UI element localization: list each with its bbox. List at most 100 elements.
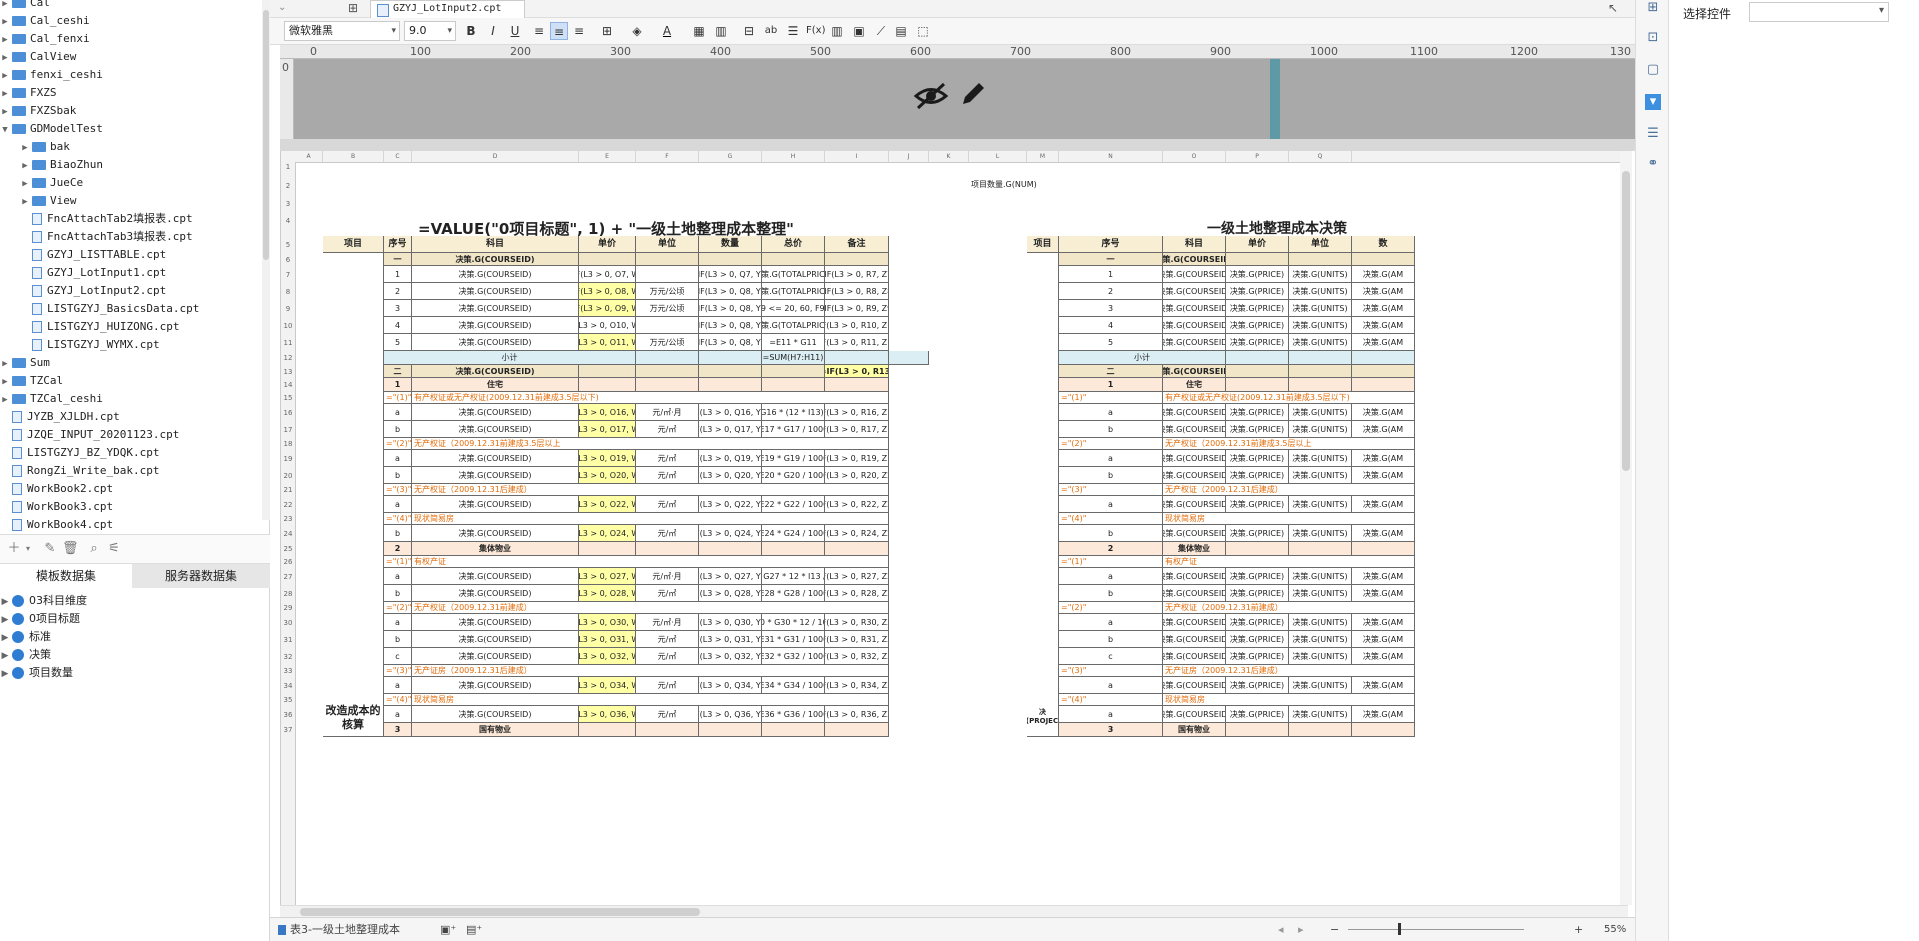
sheet-cell[interactable]: =IF(L3 > 0, Q7, Y7) (699, 266, 762, 283)
unmerge-cells-icon[interactable]: ▥ (712, 22, 730, 40)
sheet-cell[interactable]: 2 (384, 283, 412, 300)
control-select[interactable]: ▾ (1749, 2, 1889, 22)
sheet-cell[interactable]: 住宅 (412, 378, 579, 392)
sheet-cell[interactable]: 决策.G(AM (1352, 450, 1415, 467)
sheet-cell[interactable]: 一 (384, 253, 412, 266)
collapsed-arrow-icon[interactable]: ▶ (20, 139, 30, 157)
sheet-cell[interactable]: =IF(L3 > 0, R32, Z32) (825, 648, 889, 665)
sheet-cell[interactable] (699, 378, 762, 392)
header-cell[interactable]: 科目 (412, 236, 579, 253)
section-label[interactable]: 无产证房（2009.12.31后建成） (412, 665, 889, 677)
sheet-cell[interactable] (825, 542, 889, 556)
sheet-cell[interactable]: =IF(L3 > 0, O8, W8) (579, 283, 636, 300)
row-number[interactable]: 30 (281, 619, 295, 627)
row-number[interactable]: 37 (281, 726, 295, 734)
sheet-cell[interactable]: 决策.G(PRICE) (1226, 266, 1289, 283)
sheet-cell[interactable]: 3 (384, 723, 412, 737)
project-cell[interactable]: 改造成本的核算 (323, 253, 384, 737)
sheet-cell[interactable] (699, 542, 762, 556)
sheet-cell[interactable]: =IF(L3 > 0, Q27, Y27) (699, 568, 762, 585)
sheet-cell[interactable]: 2 (1059, 542, 1163, 556)
sheet-cell[interactable]: =E32 * G32 / 10000 (762, 648, 825, 665)
sheet-cell[interactable]: b (1059, 585, 1163, 602)
tree-item[interactable]: ▶ BiaoZhun (20, 156, 103, 174)
sheet-cell[interactable]: 万元/公顷 (636, 300, 699, 317)
sheet-cell[interactable]: =IF(L3 > 0, Q8, Y8) (699, 283, 762, 300)
sheet-cell[interactable]: 1 (1059, 378, 1163, 392)
sheet-cell[interactable]: 决策.G(COURSEID) (412, 334, 579, 351)
row-number[interactable]: 24 (281, 530, 295, 538)
row-number[interactable]: 9 (281, 305, 295, 313)
sheet-cell[interactable]: b (384, 585, 412, 602)
paragraph-icon[interactable]: ☰ (784, 22, 802, 40)
sheet-cell[interactable]: =IF(L3 > 0, O27, W27) (579, 568, 636, 585)
sheet-cell[interactable] (1289, 253, 1352, 266)
section-label[interactable]: 现状简易房 (412, 513, 889, 525)
sheet-cell[interactable]: 决策.G(PRICE) (1226, 450, 1289, 467)
sheet-cell[interactable]: a (384, 496, 412, 513)
header-cell[interactable]: 单位 (636, 236, 699, 253)
sheet-cell[interactable]: 4 (384, 317, 412, 334)
sheet-cell[interactable] (1352, 253, 1415, 266)
collapsed-arrow-icon[interactable]: ▶ (0, 629, 10, 647)
sheet-cell[interactable]: a (384, 706, 412, 723)
expanded-arrow-icon[interactable]: ▼ (0, 121, 10, 139)
sheet-cell[interactable]: 万元/公顷 (636, 334, 699, 351)
sheet-cell[interactable]: =IF(L3 > 0, O24, W24) (579, 525, 636, 542)
section-label[interactable]: 无产权证（2009.12.31后建成） (412, 484, 889, 496)
sheet-cell[interactable]: 决策.G(COURSEID) (412, 365, 579, 378)
sheet-cell[interactable]: =IF(L3 > 0, R20, Z20) (825, 467, 889, 484)
tree-item[interactable]: ▶ FXZSbak (0, 102, 76, 120)
collapsed-arrow-icon[interactable]: ▶ (0, 31, 10, 49)
sheet-cell[interactable] (1226, 723, 1289, 737)
sheet-cell[interactable]: 4 (1059, 317, 1163, 334)
sheet-horizontal-scrollbar[interactable] (280, 905, 1628, 917)
sheet-cell[interactable]: 元/㎡ (636, 496, 699, 513)
sheet-cell[interactable]: 决策.G(UNITS) (1289, 631, 1352, 648)
sheet-cell[interactable] (762, 723, 825, 737)
sheet-cell[interactable] (1226, 378, 1289, 392)
sheet-cell[interactable]: 决策.G(COURSEID) (1163, 450, 1226, 467)
sheet-cell[interactable]: =IF(L3 > 0, R34, Z34) (825, 677, 889, 694)
sheet-cell[interactable]: ="(2)" (384, 438, 412, 450)
header-cell[interactable]: 数 (1352, 236, 1415, 253)
tree-item[interactable]: ▶ TZCal (0, 372, 63, 390)
sheet-cell[interactable]: 决策.G(COURSEID) (1163, 404, 1226, 421)
row-number[interactable]: 31 (281, 636, 295, 644)
sheet-cell[interactable]: =IF(G9 <= 20, 60, F9 * G9) (762, 300, 825, 317)
align-right-icon[interactable]: ≡ (570, 22, 588, 40)
sheet-cell[interactable]: =IF(L3 > 0, O30, W30) (579, 614, 636, 631)
sheet-cell[interactable]: ="(3)" (384, 665, 412, 677)
sheet-cell[interactable]: 决策.G(UNITS) (1289, 614, 1352, 631)
sheet-cell[interactable] (1352, 542, 1415, 556)
tree-item[interactable]: ▶ Cal (0, 0, 50, 12)
parameter-canvas[interactable] (294, 59, 1635, 139)
sheet-cell[interactable]: a (384, 450, 412, 467)
header-cell[interactable]: 单价 (579, 236, 636, 253)
sheet-cell[interactable] (699, 365, 762, 378)
sheet-cell[interactable] (762, 365, 825, 378)
row-number[interactable]: 13 (281, 368, 295, 376)
sheet-cell[interactable]: a (384, 677, 412, 694)
row-number[interactable]: 12 (281, 354, 295, 362)
sheet-cell[interactable]: =IF(L3 > 0, R28, Z28) (825, 585, 889, 602)
sheet-cell[interactable]: ="(1)" (1059, 392, 1163, 404)
section-label[interactable]: 现状简易房 (412, 694, 889, 706)
tree-item[interactable]: WorkBook4.cpt (0, 516, 113, 534)
dataset-item[interactable]: ▶ 项目数量 (0, 664, 73, 682)
sheet-cell[interactable]: =E17 * G17 / 10000 (762, 421, 825, 438)
row-number[interactable]: 15 (281, 394, 295, 402)
sheet-cell[interactable]: 元/㎡·月 (636, 614, 699, 631)
tree-item[interactable]: LISTGZYJ_WYMX.cpt (20, 336, 160, 354)
sheet-cell[interactable]: 决策.G(COURSEID) (1163, 631, 1226, 648)
sheet-cell[interactable]: =IF(L3 > 0, Q20, Y20) (699, 467, 762, 484)
canvas-boundary-bar[interactable] (1270, 59, 1280, 139)
sheet-cell[interactable]: ="(4)" (384, 694, 412, 706)
sheet-cell[interactable]: a (1059, 677, 1163, 694)
sheet-cell[interactable]: 决策.G(AM (1352, 421, 1415, 438)
row-number[interactable]: 28 (281, 590, 295, 598)
row-number[interactable]: 23 (281, 515, 295, 523)
sheet-cell[interactable] (762, 253, 825, 266)
sheet-cell[interactable] (579, 378, 636, 392)
sheet-cell[interactable]: 决策.G(UNITS) (1289, 677, 1352, 694)
